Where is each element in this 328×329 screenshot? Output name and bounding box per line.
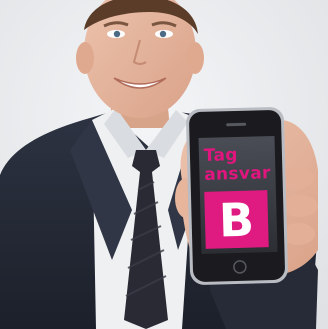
speaker-grille bbox=[226, 122, 247, 127]
finger bbox=[282, 195, 318, 217]
ear-right bbox=[186, 42, 204, 74]
screen-slogan: Tag ansvar bbox=[203, 145, 277, 185]
ear-left bbox=[76, 42, 94, 74]
tie-knot bbox=[132, 150, 160, 172]
slogan-line-2: ansvar bbox=[203, 163, 271, 185]
businessman-photo bbox=[0, 0, 328, 329]
brand-logo-tile: B bbox=[204, 190, 269, 249]
brand-logo-letter: B bbox=[218, 192, 255, 247]
photo-scene: Tag ansvar B bbox=[0, 0, 328, 329]
